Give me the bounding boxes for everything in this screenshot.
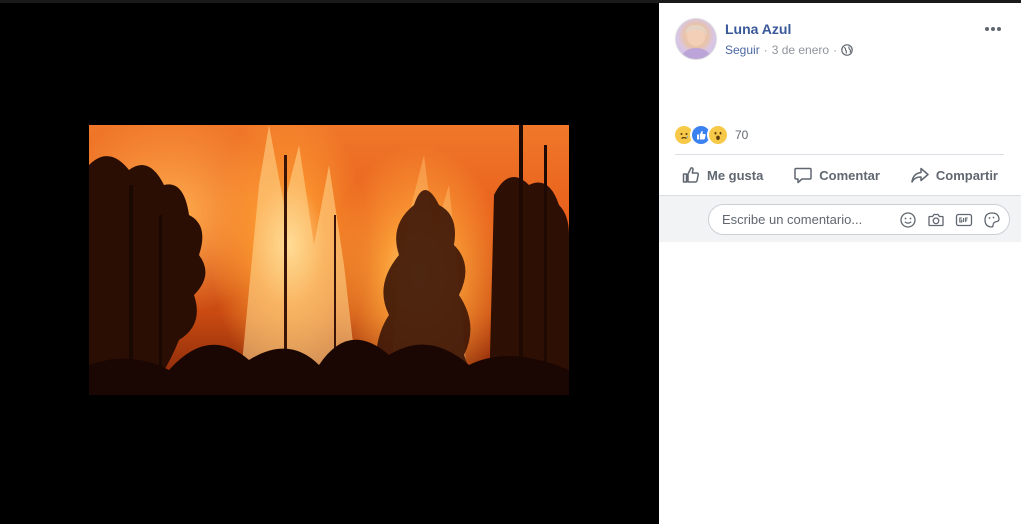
post-actions-bar: Me gusta Comentar Compartir [675,155,1004,195]
author-name[interactable]: Luna Azul [725,21,791,37]
meta-separator: · [763,43,768,57]
comment-box[interactable] [708,204,1010,235]
author-avatar[interactable] [675,18,717,60]
comment-bubble-icon [794,167,813,184]
reactions-summary[interactable]: 70 [673,124,748,146]
photo-scene [89,125,569,395]
reaction-count[interactable]: 70 [735,128,748,142]
follow-link[interactable]: Seguir [725,43,760,57]
more-options-icon[interactable] [980,21,1006,37]
comment-input[interactable] [720,211,894,228]
globe-icon [841,44,853,56]
like-label: Me gusta [707,167,764,183]
sticker-icon[interactable] [983,211,1001,229]
gif-icon[interactable] [955,211,973,229]
share-arrow-icon [911,167,929,183]
wow-emoji-icon [707,124,729,146]
camera-icon[interactable] [927,211,945,229]
like-button[interactable]: Me gusta [675,165,769,185]
meta-separator-2: · [833,43,838,57]
post-photo[interactable] [89,125,569,395]
share-label: Compartir [935,167,998,183]
comment-composer [659,195,1021,242]
comment-label: Comentar [819,167,880,183]
post-meta: Seguir · 3 de enero · [725,43,853,57]
comment-button[interactable]: Comentar [787,165,886,185]
thumbs-up-icon [682,167,699,183]
post-date[interactable]: 3 de enero [772,43,829,57]
share-button[interactable]: Compartir [904,165,1004,185]
post-side-panel: Luna Azul Seguir · 3 de enero · 70 Me gu… [659,3,1021,524]
avatar-image [682,24,710,59]
emoji-icon[interactable] [899,211,917,229]
comment-attachments [899,211,1001,229]
